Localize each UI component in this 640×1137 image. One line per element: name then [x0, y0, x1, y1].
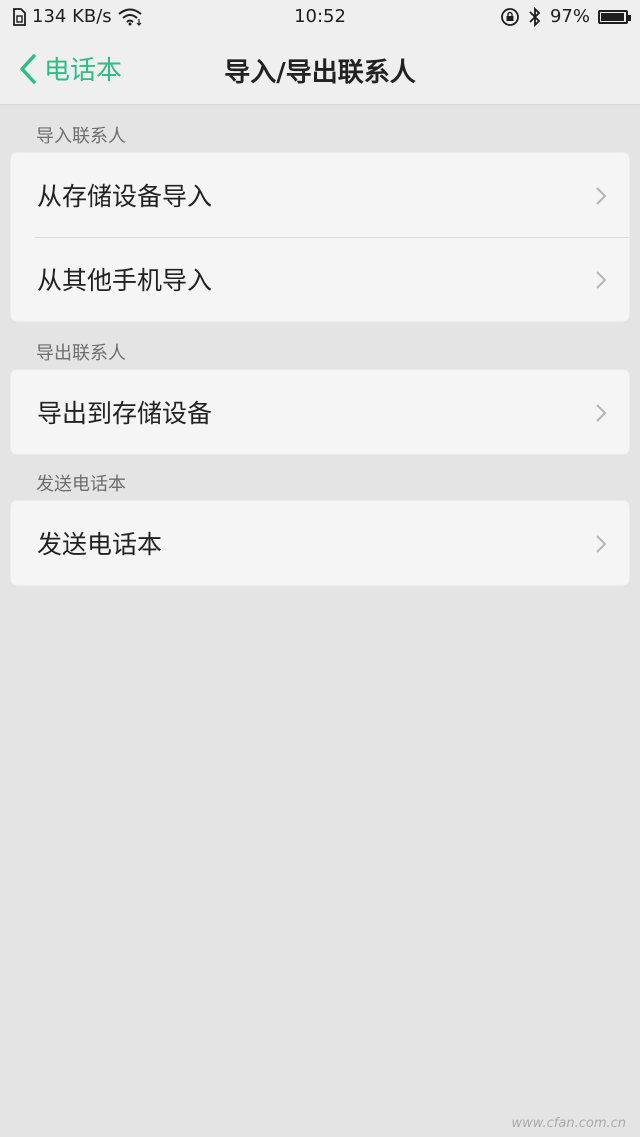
chevron-right-icon [596, 271, 607, 289]
row-export-to-storage[interactable]: 导出到存储设备 [11, 370, 629, 454]
row-import-from-storage[interactable]: 从存储设备导入 [11, 153, 629, 237]
row-label: 从存储设备导入 [37, 182, 213, 211]
section-header-import: 导入联系人 [36, 126, 126, 147]
battery-icon [598, 9, 631, 24]
battery-fill [601, 12, 625, 21]
battery-percent: 97% [549, 6, 590, 27]
card-send: 发送电话本 [11, 501, 629, 585]
card-export: 导出到存储设备 [11, 370, 629, 454]
row-label: 导出到存储设备 [37, 399, 213, 428]
status-bar: 134 KB/s 10:52 97% [0, 0, 640, 34]
bluetooth-icon [529, 6, 541, 27]
rotation-lock-icon [501, 7, 519, 26]
page-title: 导入/导出联系人 [224, 58, 416, 88]
row-import-from-other-phone[interactable]: 从其他手机导入 [11, 237, 629, 321]
row-label: 从其他手机导入 [37, 266, 213, 295]
row-label: 发送电话本 [37, 530, 163, 559]
card-import: 从存储设备导入 从其他手机导入 [11, 153, 629, 321]
section-header-send: 发送电话本 [36, 474, 126, 495]
status-right: 97% [500, 6, 631, 27]
chevron-right-icon [596, 404, 607, 422]
chevron-right-icon [596, 535, 607, 553]
chevron-right-icon [596, 187, 607, 205]
watermark: www.cfan.com.cn [511, 1116, 626, 1131]
row-send-phonebook[interactable]: 发送电话本 [11, 501, 629, 585]
section-header-export: 导出联系人 [36, 343, 126, 364]
navigation-bar: 电话本 导入/导出联系人 [0, 34, 640, 105]
